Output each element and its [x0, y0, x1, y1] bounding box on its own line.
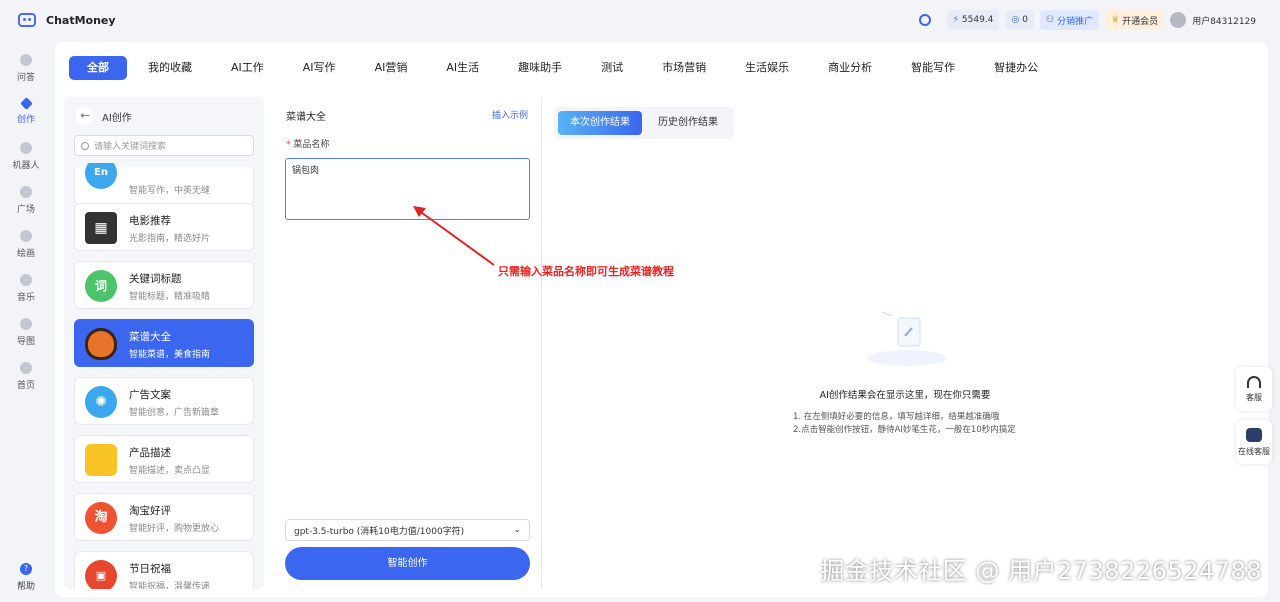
headset-icon [1247, 375, 1261, 388]
customer-service-button[interactable]: 客服 [1236, 367, 1272, 411]
online-service-button[interactable]: 在线客服 [1236, 420, 1272, 464]
watermark: 掘金技术社区 @ 用户2738226524788 [820, 557, 1262, 585]
robot-icon [1246, 427, 1262, 442]
annotation-text: 只需输入菜品名称即可生成菜谱教程 [498, 265, 674, 278]
customer-service-label: 客服 [1246, 392, 1262, 402]
annotation-arrow [413, 206, 495, 266]
online-service-label: 在线客服 [1238, 446, 1270, 456]
